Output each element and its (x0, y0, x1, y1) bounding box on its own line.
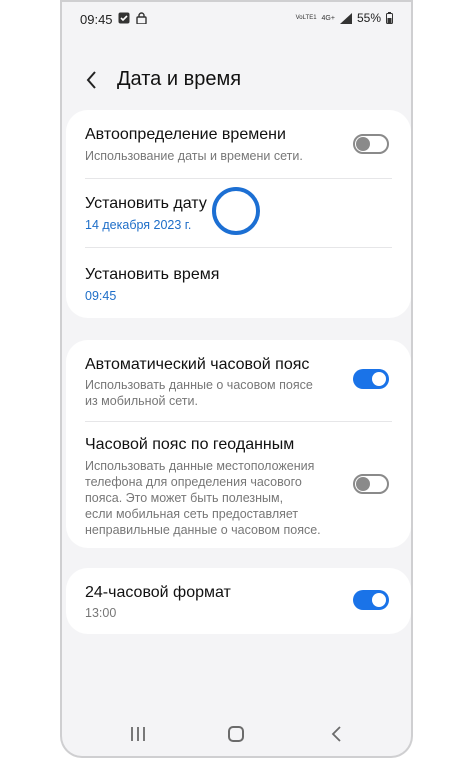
set-date-title: Установить дату (85, 195, 207, 212)
geo-timezone-row[interactable]: Часовой пояс по геоданным Использовать д… (66, 422, 411, 548)
phone-frame: 09:45 VoLTE1 4G+ 55% Дата и время Автооп… (60, 0, 413, 758)
format-card: 24-часовой формат 13:00 (66, 568, 411, 634)
battery-percent: 55% (356, 11, 381, 25)
notification-check-icon (118, 12, 130, 24)
set-time-title: Установить время (85, 266, 220, 283)
auto-time-row[interactable]: Автоопределение времени Использование да… (66, 110, 411, 178)
format-24h-toggle[interactable] (353, 590, 389, 610)
format-24h-row[interactable]: 24-часовой формат 13:00 (66, 568, 411, 634)
auto-timezone-subtitle-2: из мобильной сети. (85, 394, 198, 408)
auto-timezone-row[interactable]: Автоматический часовой пояс Использовать… (66, 340, 411, 420)
timezone-card: Автоматический часовой пояс Использовать… (66, 340, 411, 548)
navigation-bar (62, 716, 411, 756)
status-bar: 09:45 VoLTE1 4G+ 55% (62, 6, 411, 32)
page-title: Дата и время (117, 68, 242, 90)
set-time-value: 09:45 (85, 289, 117, 303)
auto-time-title: Автоопределение времени (85, 126, 286, 143)
geo-timezone-subtitle-2: телефона для определения часового (85, 475, 302, 489)
header: Дата и время (62, 60, 411, 100)
geo-timezone-toggle[interactable] (353, 474, 389, 494)
nav-back-icon[interactable] (330, 725, 344, 743)
auto-timezone-toggle[interactable] (353, 369, 389, 389)
geo-timezone-subtitle-3: пояса. Это может быть полезным, (85, 491, 284, 505)
set-date-value: 14 декабря 2023 г. (85, 218, 192, 232)
home-icon[interactable] (228, 726, 244, 742)
auto-time-toggle[interactable] (353, 134, 389, 154)
signal-icon (339, 12, 352, 24)
format-24h-subtitle: 13:00 (85, 606, 117, 620)
lock-icon (136, 12, 147, 24)
auto-timezone-title: Автоматический часовой пояс (85, 356, 310, 373)
touch-indicator (212, 187, 260, 235)
auto-timezone-subtitle-1: Использовать данные о часовом поясе (85, 378, 313, 392)
geo-timezone-subtitle-4: если мобильная сеть предоставляет (85, 507, 299, 521)
network-type: 4G+ (321, 14, 335, 22)
volte-indicator: VoLTE1 (295, 15, 317, 21)
geo-timezone-title: Часовой пояс по геоданным (85, 436, 295, 453)
battery-icon (386, 12, 393, 24)
back-arrow-icon[interactable] (82, 68, 102, 92)
geo-timezone-subtitle-5: неправильные данные о часовом поясе. (85, 523, 321, 537)
set-time-row[interactable]: Установить время 09:45 (66, 248, 411, 318)
auto-time-subtitle: Использование даты и времени сети. (85, 149, 303, 163)
recent-apps-icon[interactable] (130, 726, 146, 742)
geo-timezone-subtitle-1: Использовать данные местоположения (85, 459, 315, 473)
status-time: 09:45 (80, 12, 113, 27)
format-24h-title: 24-часовой формат (85, 584, 231, 601)
